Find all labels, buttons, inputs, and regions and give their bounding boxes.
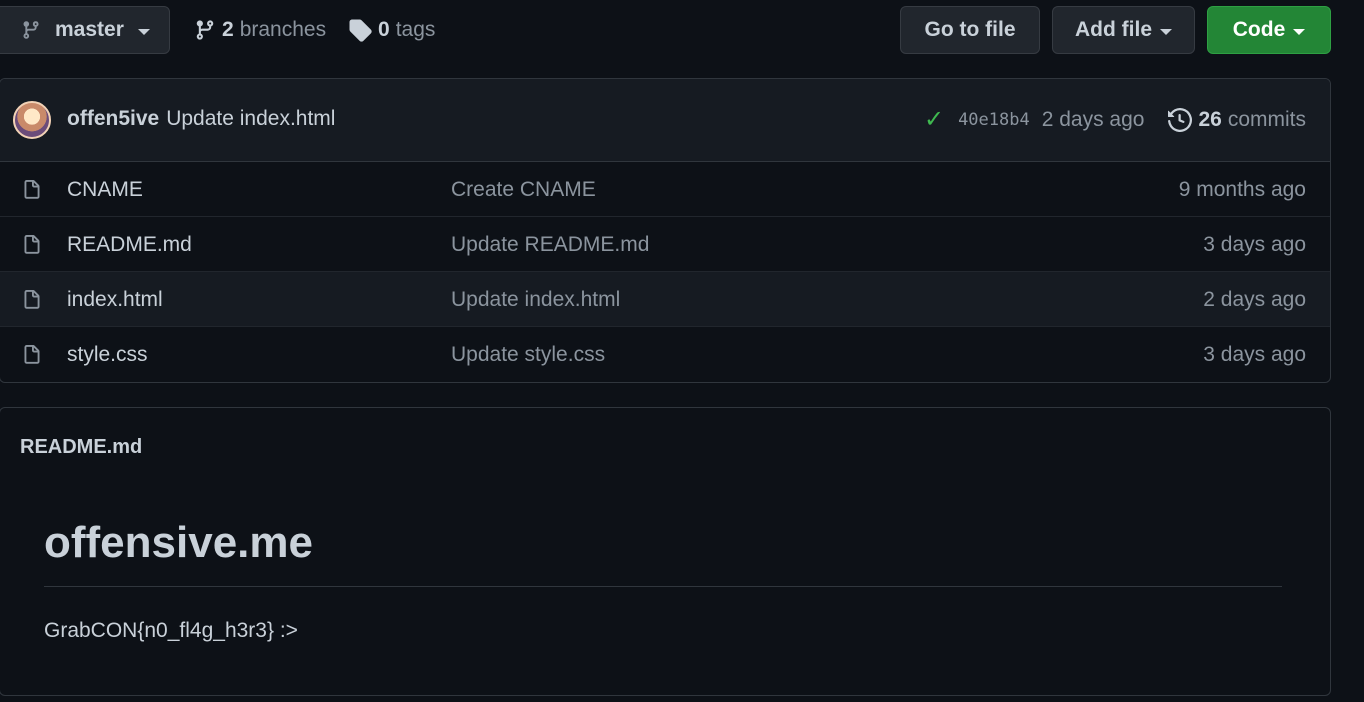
file-commit-message[interactable]: Create CNAME [451,178,596,202]
file-commit-message[interactable]: Update README.md [451,233,649,257]
file-icon [24,180,40,199]
tags-count: 0 [378,18,390,41]
readme-panel: README.md offensive.me GrabCON{n0_fl4g_h… [0,407,1331,696]
file-age: 2 days ago [1203,288,1306,311]
file-commit-message[interactable]: Update index.html [451,288,620,312]
commits-count: 26 [1198,107,1222,131]
readme-filename[interactable]: README.md [20,436,142,459]
file-commit-message[interactable]: Update style.css [451,343,605,367]
tag-icon [349,19,372,42]
file-name[interactable]: index.html [67,288,163,312]
code-button[interactable]: Code [1207,6,1331,54]
commit-message[interactable]: Update index.html [166,107,335,131]
file-browser: offen5ive Update index.html ✓ 40e18b4 2 … [0,78,1331,383]
commit-sha[interactable]: 40e18b4 [958,110,1030,130]
tags-link[interactable]: 0 tags [348,14,435,46]
file-icon [24,235,40,254]
go-to-file-button[interactable]: Go to file [900,6,1040,54]
tags-label: tags [395,18,436,41]
go-to-file-label: Go to file [924,18,1016,41]
file-row[interactable]: index.html Update index.html 2 days ago [0,272,1330,327]
file-name[interactable]: README.md [67,233,192,257]
chevron-down-icon [1293,28,1306,35]
commit-author[interactable]: offen5ive [67,107,159,131]
branches-link[interactable]: 2 branches [194,14,326,46]
chevron-down-icon [1160,28,1172,35]
file-icon [24,345,40,364]
file-row[interactable]: CNAME Create CNAME 9 months ago [0,162,1330,217]
repo-toolbar: master 2 branches 0 tags Go to file Add … [0,0,1364,62]
commit-age: 2 days ago [1041,107,1145,131]
commits-link[interactable]: 26 commits [1168,108,1306,132]
heading-divider [44,586,1282,587]
file-row[interactable]: style.css Update style.css 3 days ago [0,327,1330,382]
branches-count: 2 [222,18,234,41]
file-row[interactable]: README.md Update README.md 3 days ago [0,217,1330,272]
branches-label: branches [239,18,327,41]
avatar[interactable] [13,101,51,139]
add-file-label: Add file [1075,18,1152,41]
history-icon [1168,107,1193,132]
file-age: 3 days ago [1203,233,1306,256]
latest-commit-bar: offen5ive Update index.html ✓ 40e18b4 2 … [0,79,1330,162]
readme-heading: offensive.me [44,518,313,567]
file-age: 9 months ago [1178,178,1306,201]
git-branch-icon [23,21,39,39]
chevron-down-icon [137,28,150,35]
add-file-button[interactable]: Add file [1052,6,1195,54]
branch-name: master [55,18,124,41]
commits-label: commits [1227,107,1306,131]
branch-select-button[interactable]: master [0,6,170,54]
latest-commit: offen5ive Update index.html [67,107,335,131]
file-name[interactable]: CNAME [67,178,143,202]
readme-body: GrabCON{n0_fl4g_h3r3} :> [44,619,298,642]
code-label: Code [1232,18,1286,41]
check-icon[interactable]: ✓ [924,105,944,134]
file-name[interactable]: style.css [67,343,148,367]
file-icon [24,290,40,309]
git-branch-icon [196,20,214,40]
file-age: 3 days ago [1203,343,1306,366]
commit-details: ✓ 40e18b4 2 days ago 26 commits [924,105,1306,134]
